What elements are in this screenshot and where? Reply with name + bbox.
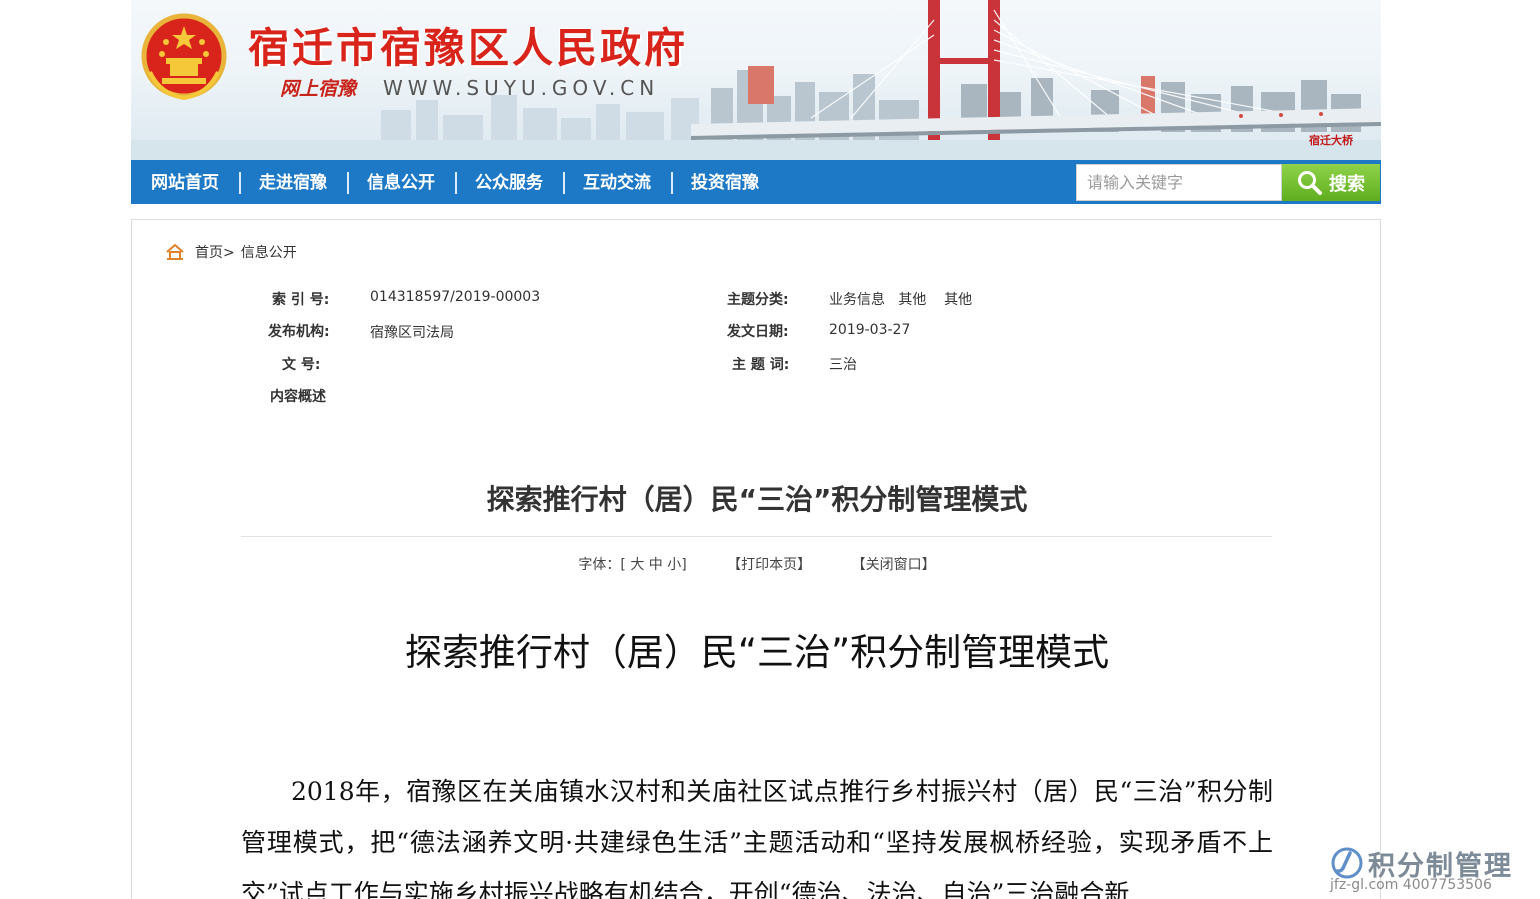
breadcrumb: 首页> 信息公开: [165, 242, 297, 262]
site-url: WWW.SUYU.GOV.CN: [383, 76, 660, 100]
watermark: 积分制管理 jfz-gl.com 4007753506: [1330, 846, 1530, 896]
search-input[interactable]: [1076, 164, 1282, 201]
meta-docno-label: 文 号:: [282, 357, 321, 373]
nav-item-investment[interactable]: 投资宿豫: [671, 160, 779, 204]
site-title: 宿迁市宿豫区人民政府: [248, 24, 688, 72]
article-heading: 探索推行村（居）民“三治”积分制管理模式: [404, 631, 1110, 674]
bridge-label: 宿迁大桥: [1309, 134, 1353, 147]
nav-item-public-service[interactable]: 公众服务: [455, 160, 563, 204]
nav-list: 网站首页 走进宿豫 信息公开 公众服务 互动交流 投资宿豫: [131, 160, 779, 204]
watermark-logo-icon: [1331, 847, 1363, 879]
nav-item-interaction[interactable]: 互动交流: [563, 160, 671, 204]
document-title: 探索推行村（居）民“三治”积分制管理模式: [486, 483, 1028, 516]
nav-item-about-suyu[interactable]: 走进宿豫: [239, 160, 347, 204]
meta-publisher-value: 宿豫区司法局: [370, 325, 454, 341]
meta-index-label: 索 引 号:: [272, 292, 330, 308]
document-toolbar: 字体：[ 大 中 小] 【打印本页】 【关闭窗口】: [132, 554, 1382, 574]
home-icon: [166, 244, 184, 260]
title-divider: [241, 536, 1272, 537]
national-emblem-icon: [141, 13, 227, 101]
font-size-switcher[interactable]: 字体：[ 大 中 小]: [578, 557, 686, 573]
content-panel: 首页> 信息公开 索 引 号: 014318597/2019-00003 主题分…: [131, 219, 1381, 899]
breadcrumb-current-link[interactable]: 信息公开: [241, 242, 297, 262]
meta-index-value: 014318597/2019-00003: [370, 289, 541, 305]
meta-publisher-label: 发布机构:: [268, 324, 330, 340]
meta-keyword-value: 三治: [829, 357, 857, 373]
print-page-link[interactable]: 【打印本页】: [727, 557, 811, 573]
nav-item-info-disclosure[interactable]: 信息公开: [347, 160, 455, 204]
meta-date-value: 2019-03-27: [829, 322, 911, 338]
meta-category-label: 主题分类:: [727, 292, 789, 308]
close-window-link[interactable]: 【关闭窗口】: [852, 557, 936, 573]
site-slogan: 网上宿豫: [280, 78, 357, 100]
breadcrumb-home-link[interactable]: 首页>: [195, 242, 235, 262]
main-nav-bar: 网站首页 走进宿豫 信息公开 公众服务 互动交流 投资宿豫 搜索: [131, 160, 1381, 204]
article-body: 2018年，宿豫区在关庙镇水汉村和关庙社区试点推行乡村振兴村（居）民“三治”积分…: [241, 777, 1273, 899]
watermark-contact: jfz-gl.com 4007753506: [1330, 877, 1492, 893]
site-header-banner: 宿迁市宿豫区人民政府 网上宿豫 WWW.SUYU.GOV.CN 宿迁大桥: [131, 0, 1381, 160]
search-button-label: 搜索: [1329, 173, 1365, 194]
meta-keyword-label: 主 题 词:: [732, 357, 790, 373]
search-icon: [1298, 170, 1322, 195]
meta-summary-label: 内容概述: [270, 389, 326, 405]
nav-item-home[interactable]: 网站首页: [131, 160, 239, 204]
meta-date-label: 发文日期:: [727, 324, 789, 340]
meta-category-value: 业务信息 其他 其他: [829, 292, 973, 308]
search-button[interactable]: 搜索: [1282, 164, 1380, 201]
